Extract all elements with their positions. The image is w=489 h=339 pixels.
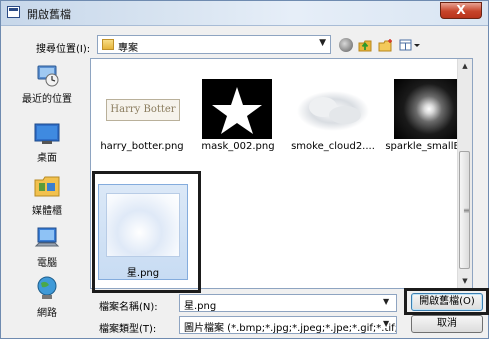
highlight-frame-selected-file: [92, 171, 201, 293]
up-folder-icon[interactable]: [358, 38, 372, 52]
file-name: smoke_cloud2....: [291, 141, 375, 152]
recent-places-icon: [32, 60, 62, 88]
new-folder-icon[interactable]: [378, 38, 392, 52]
file-item[interactable]: smoke_cloud2....: [285, 79, 381, 155]
place-label: 桌面: [37, 153, 57, 164]
open-button[interactable]: 開啟舊檔(O): [411, 293, 483, 311]
filename-input[interactable]: 星.png: [179, 294, 397, 312]
place-label: 媒體櫃: [32, 206, 62, 217]
place-desktop[interactable]: 桌面: [9, 119, 85, 164]
cancel-button[interactable]: 取消: [411, 315, 483, 333]
close-button[interactable]: X: [440, 2, 482, 19]
folder-icon: [102, 39, 114, 50]
scroll-thumb[interactable]: ≡: [459, 151, 470, 269]
window-icon: [7, 6, 20, 18]
place-label: 電腦: [37, 258, 57, 269]
file-thumbnail: [202, 79, 272, 139]
file-thumbnail: Harry Botter: [102, 97, 182, 123]
thumbnail-text: Harry Botter: [106, 99, 180, 121]
place-computer[interactable]: 電腦: [9, 224, 85, 269]
place-label: 網路: [37, 308, 57, 319]
place-libraries[interactable]: 媒體櫃: [9, 172, 85, 217]
libraries-icon: [32, 172, 62, 200]
filename-label: 檔案名稱(N):: [99, 302, 158, 313]
scroll-up-icon[interactable]: ▲: [458, 59, 472, 73]
file-name: harry_botter.png: [100, 141, 184, 152]
title-bar[interactable]: 開啟舊檔 X: [1, 1, 488, 26]
file-item[interactable]: mask_002.png: [190, 79, 286, 155]
file-thumbnail: [394, 79, 464, 139]
place-label: 最近的位置: [22, 94, 72, 105]
filetype-label: 檔案類型(T):: [99, 324, 157, 335]
places-sidebar: 最近的位置 桌面 媒體櫃 電腦 網路: [9, 58, 85, 326]
file-item[interactable]: Harry Botter harry_botter.png: [94, 79, 190, 155]
chevron-down-icon[interactable]: ▼: [319, 38, 326, 48]
chevron-down-icon[interactable]: ▼: [383, 319, 390, 328]
chevron-down-icon[interactable]: ▼: [383, 297, 389, 306]
place-recent[interactable]: 最近的位置: [9, 60, 85, 105]
file-thumbnail: [293, 79, 373, 139]
grip-icon: ≡: [463, 206, 470, 215]
file-name: mask_002.png: [201, 141, 275, 152]
desktop-icon: [32, 119, 62, 147]
location-label: 搜尋位置(I):: [36, 44, 91, 55]
network-icon: [32, 274, 62, 302]
place-network[interactable]: 網路: [9, 274, 85, 319]
open-file-dialog: 開啟舊檔 X 搜尋位置(I): 專案 ▼ 最近的位置 桌面 媒體櫃 電腦 網路 …: [0, 0, 489, 339]
location-value: 專案: [118, 43, 138, 54]
window-title: 開啟舊檔: [27, 8, 71, 21]
views-menu-icon[interactable]: [399, 38, 423, 52]
computer-icon: [32, 224, 62, 252]
scroll-down-icon[interactable]: ▼: [458, 274, 472, 288]
back-icon[interactable]: [339, 38, 353, 52]
location-dropdown[interactable]: 專案 ▼: [97, 35, 331, 54]
vertical-scrollbar[interactable]: ▲ ≡ ▼: [457, 59, 472, 288]
filetype-select[interactable]: 圖片檔案 (*.bmp;*.jpg;*.jpeg;*.jpe;*.gif;*.t…: [179, 316, 397, 334]
